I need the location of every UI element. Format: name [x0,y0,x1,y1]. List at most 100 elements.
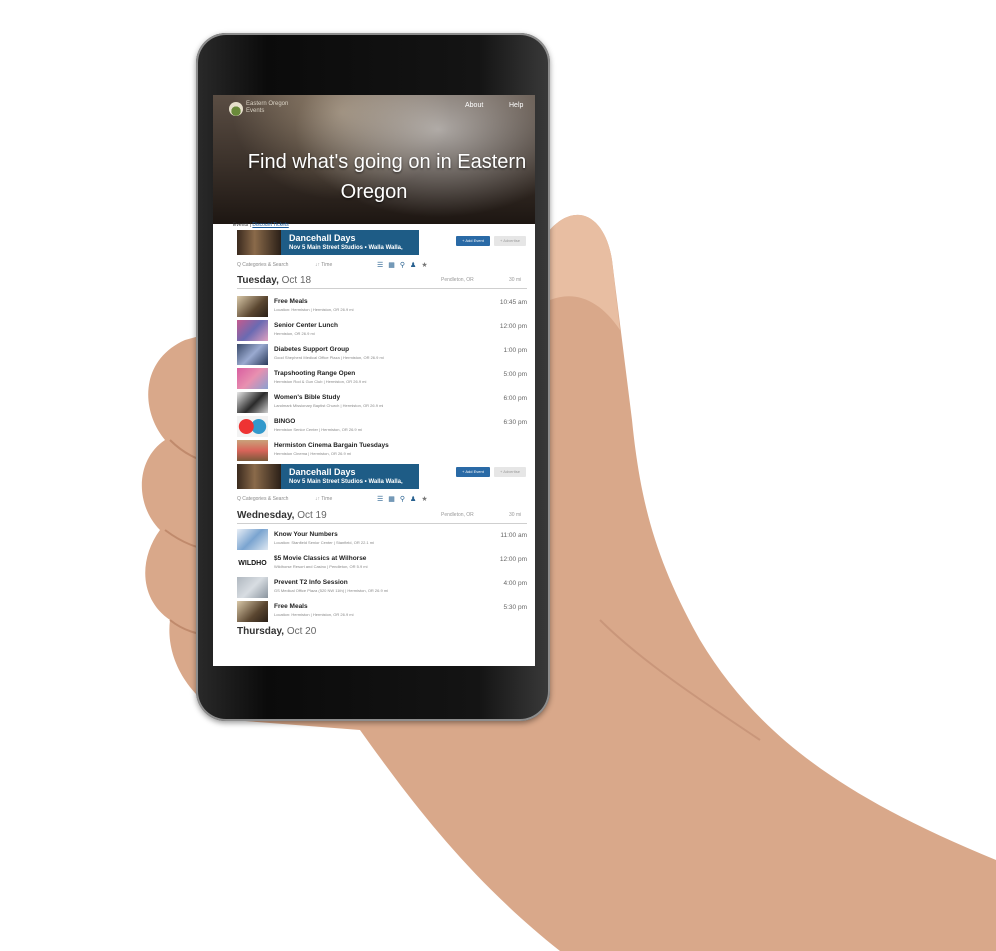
event-title: Trapshooting Range Open [274,370,356,377]
logo-line2: Events [246,108,265,114]
event-row[interactable]: WILDHO $5 Movie Classics at Wilhorse Wil… [237,553,527,574]
event-thumb [237,440,268,461]
event-location: Hermiston Senior Center | Hermiston, OR … [274,427,362,432]
location-selector[interactable]: Pendleton, OR [441,512,474,518]
day-name: Wednesday, [237,510,295,521]
event-location: Landmark Missionary Baptist Church | Her… [274,403,384,408]
day-date: Oct 18 [281,275,312,286]
logo-line1: Eastern Oregon [246,101,289,107]
event-title: Hermiston Cinema Bargain Tuesdays [274,442,389,449]
event-thumb [237,296,268,317]
event-thumb [237,601,268,622]
categories-search-filter[interactable]: Q Categories & Search [237,262,288,268]
event-row[interactable]: Hermiston Cinema Bargain Tuesdays Hermis… [237,440,527,461]
event-thumb [237,368,268,389]
filter-bar: Q Categories & Search ↓↑ Time ☰▦⚲♟★ [237,496,527,506]
event-row[interactable]: Women's Bible Study Landmark Missionary … [237,392,527,413]
event-row[interactable]: Free Meals Location: Hermiston | Hermist… [237,601,527,622]
person-icon[interactable]: ♟ [410,496,421,503]
event-time: 5:00 pm [503,371,528,378]
nav-about-link[interactable]: About [465,102,483,109]
event-location: Hermiston Rod & Gun Club | Hermiston, OR… [274,379,367,384]
event-time: 10:45 am [499,299,527,306]
logo-text[interactable]: Eastern Oregon Events [246,101,288,115]
day-name: Thursday, [237,626,285,637]
featured-event-subtitle: Nov 5 Main Street Studios • Walla Walla, [289,479,403,485]
event-time: 6:00 pm [503,395,528,402]
event-thumb [237,416,268,437]
featured-event-thumb [237,464,281,489]
star-icon[interactable]: ★ [421,496,432,503]
calendar-view-icon[interactable]: ▦ [388,262,400,269]
advertise-button[interactable]: + Advertise [494,236,526,246]
event-title: BINGO [274,418,296,425]
event-time: 5:30 pm [503,604,528,611]
star-icon[interactable]: ★ [421,262,432,269]
event-time: 12:00 pm [499,323,527,330]
featured-event-subtitle: Nov 5 Main Street Studios • Walla Walla, [289,245,403,251]
distance-selector[interactable]: 30 mi [509,512,521,518]
featured-event-banner[interactable]: Dancehall Days Nov 5 Main Street Studios… [237,230,419,255]
hero-title-line2: Oregon [340,181,408,203]
featured-event-thumb [237,230,281,255]
view-toggle-group: ☰▦⚲♟★ [377,261,433,269]
discount-tickets-link[interactable]: Discount Tickets [252,222,288,228]
event-title: Women's Bible Study [274,394,341,401]
event-row[interactable]: Know Your Numbers Location: Stanfield Se… [237,529,527,550]
event-title: Know Your Numbers [274,531,338,538]
featured-event-banner[interactable]: Dancehall Days Nov 5 Main Street Studios… [237,464,419,489]
add-event-button[interactable]: + Add Event [456,467,490,477]
event-time: 1:00 pm [503,347,528,354]
breadcrumb-section[interactable]: Events [233,222,248,228]
map-pin-icon[interactable]: ⚲ [400,496,410,503]
day-date: Oct 20 [286,626,317,637]
event-title: Prevent T2 Info Session [274,579,348,586]
event-location: Hermiston Cinema | Hermiston, OR 26.9 mi [274,451,352,456]
featured-event-title: Dancehall Days [289,233,356,243]
event-title: Free Meals [274,298,308,305]
event-location: Good Shepherd Medical Office Plaza | Her… [274,355,384,360]
day-header-tuesday: Tuesday, Oct 18 Pendleton, OR 30 mi [237,275,527,289]
event-time: 11:00 am [500,532,527,539]
event-row[interactable]: Trapshooting Range Open Hermiston Rod & … [237,368,527,389]
list-view-icon[interactable]: ☰ [377,262,388,269]
phone-screen: Eastern Oregon Events About Help Find wh… [213,95,535,666]
event-row[interactable]: Free Meals Location: Hermiston | Hermist… [237,296,527,317]
event-thumb [237,392,268,413]
map-pin-icon[interactable]: ⚲ [400,262,410,269]
add-event-button[interactable]: + Add Event [456,236,490,246]
logo-icon[interactable] [229,102,243,116]
list-view-icon[interactable]: ☰ [377,496,388,503]
location-selector[interactable]: Pendleton, OR [441,277,474,283]
event-time: 12:00 pm [499,556,527,563]
calendar-view-icon[interactable]: ▦ [388,496,400,503]
event-row[interactable]: Prevent T2 Info Session GS Medical Offic… [237,577,527,598]
day-header-wednesday: Wednesday, Oct 19 Pendleton, OR 30 mi [237,510,527,524]
main-content: Events | Discount Tickets Dancehall Days… [213,222,535,666]
event-title: Senior Center Lunch [274,322,338,329]
nav-help-link[interactable]: Help [509,102,523,109]
hero-title: Find what's going on in Eastern Oregon [213,147,535,207]
time-sort-filter[interactable]: ↓↑ Time [315,262,332,268]
event-location: Location: Hermiston | Hermiston, OR 26.9… [274,307,354,312]
advertise-button[interactable]: + Advertise [494,467,526,477]
event-row[interactable]: Diabetes Support Group Good Shepherd Med… [237,344,527,365]
event-thumb [237,529,268,550]
event-time: 4:00 pm [503,580,528,587]
event-location: Wildhorse Resort and Casino | Pendleton,… [274,564,368,569]
event-time: 6:30 pm [503,419,528,426]
person-icon[interactable]: ♟ [410,262,421,269]
time-sort-filter[interactable]: ↓↑ Time [315,496,332,502]
view-toggle-group: ☰▦⚲♟★ [377,495,433,503]
event-thumb [237,344,268,365]
event-row[interactable]: BINGO Hermiston Senior Center | Hermisto… [237,416,527,437]
distance-selector[interactable]: 30 mi [509,277,521,283]
event-location: Location: Stanfield Senior Center | Stan… [274,540,374,545]
event-row[interactable]: Senior Center Lunch Hermiston, OR 26.9 m… [237,320,527,341]
event-thumb-wildhorse-logo: WILDHO [237,553,268,574]
breadcrumb: Events | Discount Tickets [233,222,289,228]
event-location: Hermiston, OR 26.9 mi [274,331,315,336]
featured-event-title: Dancehall Days [289,467,356,477]
day-name: Tuesday, [237,275,279,286]
categories-search-filter[interactable]: Q Categories & Search [237,496,288,502]
